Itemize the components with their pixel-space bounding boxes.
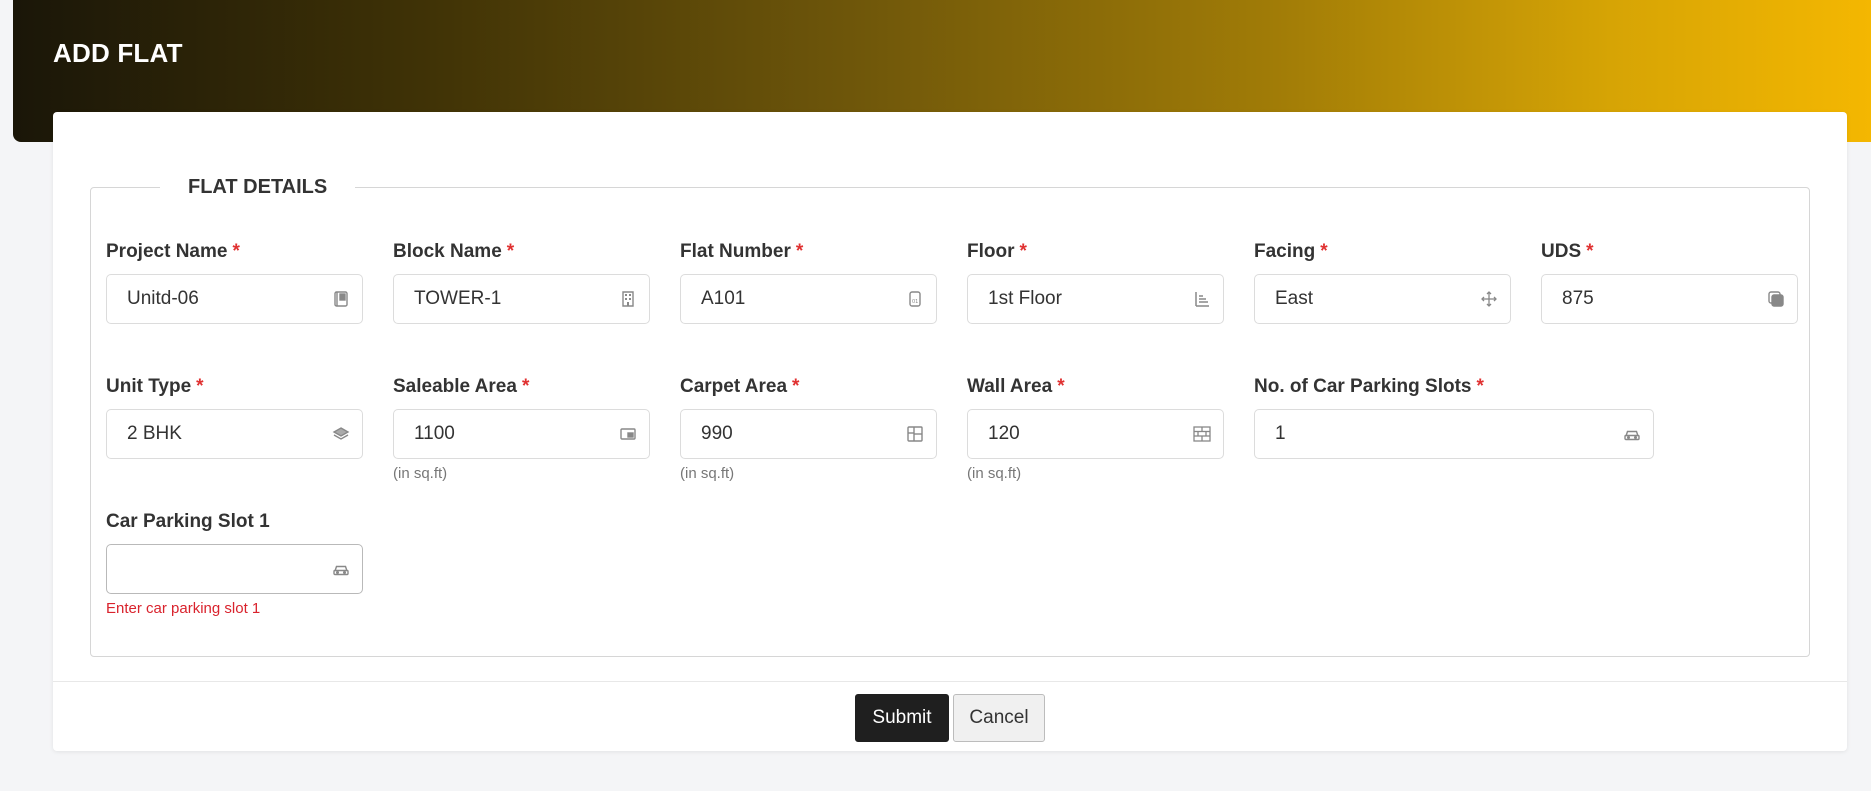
project-name-field: Project Name * xyxy=(106,240,363,324)
wall-area-input[interactable] xyxy=(988,410,1183,458)
page-title: ADD FLAT xyxy=(53,38,183,68)
required-marker: * xyxy=(196,376,204,397)
wall-area-unit-hint: (in sq.ft) xyxy=(967,465,1022,482)
required-marker: * xyxy=(792,376,800,397)
saleable-area-unit-hint: (in sq.ft) xyxy=(393,465,448,482)
floor-input[interactable] xyxy=(988,275,1183,323)
unit-type-label: Unit Type xyxy=(106,376,192,397)
project-name-input[interactable] xyxy=(127,275,322,323)
required-marker: * xyxy=(1320,241,1328,262)
required-marker: * xyxy=(795,241,804,262)
form-card: FLAT DETAILS Project Name* Block Name* F… xyxy=(53,112,1847,751)
floor-label: Floor xyxy=(967,241,1015,262)
car-parking-slots-label: No. of Car Parking Slots xyxy=(1254,376,1472,397)
flat-number-label: Flat Number xyxy=(680,241,791,262)
uds-label: UDS xyxy=(1541,241,1582,262)
block-name-input[interactable] xyxy=(414,275,609,323)
wall-area-label: Wall Area xyxy=(967,376,1053,397)
saleable-area-input[interactable] xyxy=(414,410,609,458)
stack-icon xyxy=(332,425,350,443)
picture-in-picture-icon xyxy=(619,425,637,443)
facing-label: Facing xyxy=(1254,241,1316,262)
required-marker: * xyxy=(506,241,515,262)
floor-levels-icon xyxy=(1193,290,1211,308)
flat-details-fieldset: FLAT DETAILS Project Name* Block Name* F… xyxy=(90,172,1810,657)
car-parking-slot-1-label: Car Parking Slot 1 xyxy=(106,511,270,532)
required-marker: * xyxy=(1019,241,1027,262)
carpet-area-label: Carpet Area xyxy=(680,376,788,397)
required-marker: * xyxy=(521,376,530,397)
brick-wall-icon xyxy=(1193,425,1211,443)
uds-field: UDS * xyxy=(1541,240,1798,324)
layers-square-icon xyxy=(1767,290,1785,308)
carpet-area-unit-hint: (in sq.ft) xyxy=(680,465,735,482)
facing-field: Facing * xyxy=(1254,240,1511,324)
flat-number-input[interactable] xyxy=(701,275,896,323)
door-number-icon: 01 xyxy=(906,290,924,308)
block-name-label: Block Name xyxy=(393,241,502,262)
layout-icon xyxy=(906,425,924,443)
book-icon xyxy=(332,290,350,308)
car-icon xyxy=(332,560,350,578)
flat-number-field: Flat Number* 01 xyxy=(680,240,937,324)
unit-type-field: Unit Type * xyxy=(106,375,363,459)
unit-type-input[interactable] xyxy=(127,410,322,458)
required-marker: * xyxy=(232,241,240,262)
section-title: FLAT DETAILS xyxy=(160,172,356,202)
svg-text:01: 01 xyxy=(912,299,918,305)
floor-field: Floor * xyxy=(967,240,1224,324)
car-parking-slots-field: No. of Car Parking Slots * xyxy=(1254,375,1654,459)
car-parking-slots-input[interactable] xyxy=(1275,410,1613,458)
building-icon xyxy=(619,290,637,308)
car-parking-slot-1-field: Car Parking Slot 1 Enter car parking slo… xyxy=(106,510,363,617)
wall-area-field: Wall Area* (in sq.ft) xyxy=(967,375,1224,482)
car-icon xyxy=(1623,425,1641,443)
facing-input[interactable] xyxy=(1275,275,1470,323)
compass-arrows-icon xyxy=(1480,290,1498,308)
footer-divider xyxy=(53,681,1847,682)
block-name-field: Block Name * xyxy=(393,240,650,324)
required-marker: * xyxy=(1057,376,1065,397)
carpet-area-field: Carpet Area* (in sq.ft) xyxy=(680,375,937,482)
car-parking-slot-1-error: Enter car parking slot 1 xyxy=(106,600,261,617)
saleable-area-label: Saleable Area xyxy=(393,376,517,397)
saleable-area-field: Saleable Area* (in sq.ft) xyxy=(393,375,650,482)
carpet-area-input[interactable] xyxy=(701,410,896,458)
submit-button[interactable]: Submit xyxy=(855,694,949,742)
required-marker: * xyxy=(1476,376,1484,397)
car-parking-slot-1-input[interactable] xyxy=(127,545,322,593)
project-name-label: Project Name xyxy=(106,241,228,262)
cancel-button[interactable]: Cancel xyxy=(953,694,1045,742)
required-marker: * xyxy=(1586,241,1594,262)
uds-input[interactable] xyxy=(1562,275,1757,323)
